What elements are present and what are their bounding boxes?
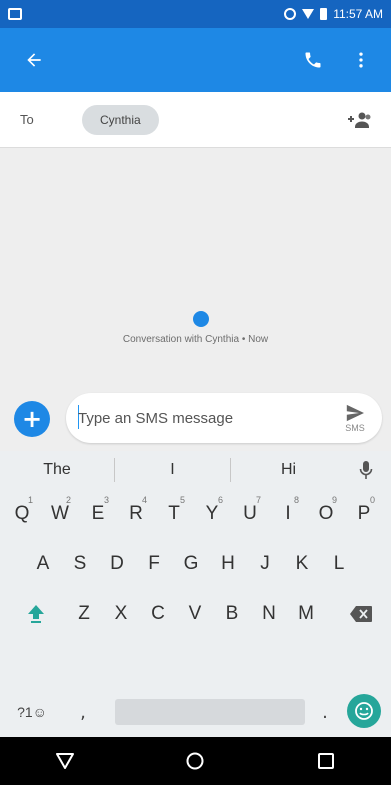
key-period[interactable]: .: [310, 687, 340, 737]
keyboard: The I Hi Q1 W2 E3 R4 T5 Y6 U7 I8 O9 P0 A…: [0, 451, 391, 737]
phone-icon: [305, 52, 321, 68]
key-b[interactable]: B: [215, 589, 249, 639]
status-icons: 11:57 AM: [284, 7, 383, 21]
key-r[interactable]: R4: [119, 489, 153, 539]
suggestion-strip: The I Hi: [0, 451, 391, 489]
key-w[interactable]: W2: [43, 489, 77, 539]
key-j[interactable]: J: [248, 539, 282, 589]
nav-recents-button[interactable]: [302, 737, 350, 785]
key-row-bottom: ?1☺ , .: [0, 687, 391, 737]
conversation-info: Conversation with Cynthia • Now: [122, 334, 269, 345]
key-a[interactable]: A: [26, 539, 60, 589]
key-l[interactable]: L: [322, 539, 356, 589]
message-input[interactable]: [78, 402, 328, 434]
key-o[interactable]: O9: [309, 489, 343, 539]
app-bar: [0, 28, 391, 92]
status-bar: 11:57 AM: [0, 0, 391, 28]
overflow-menu-button[interactable]: [339, 38, 383, 82]
symbols-key[interactable]: ?1☺: [8, 687, 56, 737]
key-row-1: Q1 W2 E3 R4 T5 Y6 U7 I8 O9 P0: [0, 489, 391, 539]
send-icon: [346, 404, 364, 421]
add-recipient-button[interactable]: [341, 102, 377, 138]
key-m[interactable]: M: [289, 589, 323, 639]
recipient-chip[interactable]: Cynthia: [82, 104, 159, 135]
key-u[interactable]: U7: [233, 489, 267, 539]
nav-home-button[interactable]: [171, 737, 219, 785]
arrow-back-icon: [27, 53, 41, 67]
voice-input-button[interactable]: [346, 451, 386, 489]
to-label: To: [20, 112, 34, 127]
key-x[interactable]: X: [104, 589, 138, 639]
recipient-row: To Cynthia: [0, 92, 391, 148]
group-add-icon: [348, 112, 371, 128]
key-row-2: A S D F G H J K L: [0, 539, 391, 589]
key-c[interactable]: C: [141, 589, 175, 639]
send-button[interactable]: SMS: [340, 398, 370, 438]
space-key[interactable]: [115, 699, 305, 725]
more-vert-icon: [359, 52, 363, 68]
shift-key[interactable]: [18, 589, 54, 639]
notification-icon: [8, 8, 22, 20]
compose-bar: + SMS: [0, 393, 391, 451]
backspace-icon: [350, 606, 372, 622]
key-t[interactable]: T5: [157, 489, 191, 539]
suggestion-1[interactable]: The: [0, 461, 114, 479]
nav-home-icon: [186, 752, 204, 770]
suggestion-3[interactable]: Hi: [231, 461, 346, 479]
key-n[interactable]: N: [252, 589, 286, 639]
key-k[interactable]: K: [285, 539, 319, 589]
contact-avatar: [193, 311, 209, 327]
backspace-key[interactable]: [343, 589, 379, 639]
status-time: 11:57 AM: [333, 7, 383, 21]
wifi-icon: [302, 9, 315, 19]
key-f[interactable]: F: [137, 539, 171, 589]
data-saver-icon: [284, 8, 297, 20]
key-s[interactable]: S: [63, 539, 97, 589]
key-q[interactable]: Q1: [5, 489, 39, 539]
key-v[interactable]: V: [178, 589, 212, 639]
key-g[interactable]: G: [174, 539, 208, 589]
key-z[interactable]: Z: [67, 589, 101, 639]
send-mode-label: SMS: [345, 422, 365, 433]
message-input-box: SMS: [66, 393, 382, 443]
nav-recents-icon: [317, 753, 334, 769]
conversation-area: Conversation with Cynthia • Now: [0, 148, 391, 393]
key-h[interactable]: H: [211, 539, 245, 589]
mic-icon: [359, 461, 373, 479]
key-y[interactable]: Y6: [195, 489, 229, 539]
back-button[interactable]: [6, 32, 62, 88]
key-row-3: Z X C V B N M: [0, 589, 391, 639]
key-d[interactable]: D: [100, 539, 134, 589]
shift-icon: [28, 605, 44, 623]
key-p[interactable]: P0: [347, 489, 381, 539]
key-i[interactable]: I8: [271, 489, 305, 539]
smiley-icon: [355, 702, 373, 720]
nav-back-button[interactable]: [41, 737, 89, 785]
attach-button[interactable]: +: [14, 401, 50, 437]
plus-icon: +: [21, 405, 43, 433]
call-button[interactable]: [291, 38, 335, 82]
suggestion-2[interactable]: I: [115, 461, 230, 479]
key-e[interactable]: E3: [81, 489, 115, 539]
nav-back-icon: [56, 753, 75, 769]
navigation-bar: [0, 737, 391, 785]
key-comma[interactable]: ,: [68, 687, 98, 737]
battery-icon: [320, 8, 328, 20]
emoji-key[interactable]: [347, 694, 381, 728]
